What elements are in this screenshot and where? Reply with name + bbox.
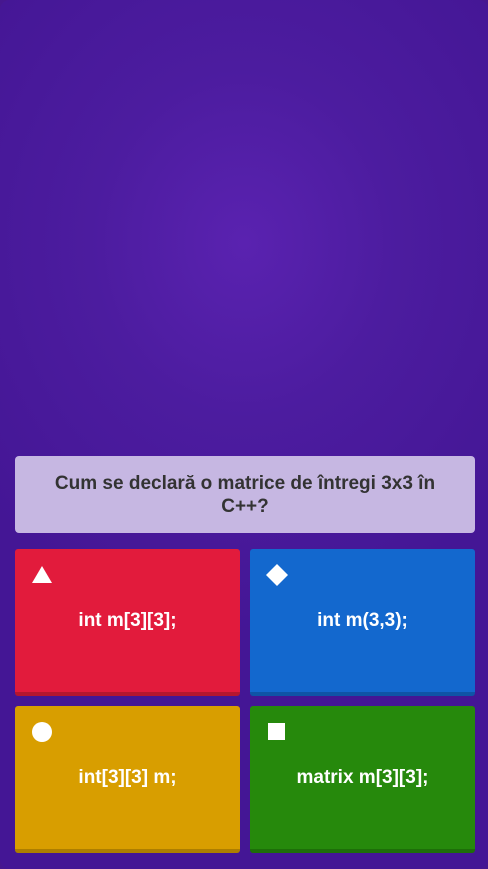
answer-label: int m[3][3]; <box>78 609 177 631</box>
circle-icon <box>32 722 52 742</box>
diamond-icon <box>266 564 288 586</box>
square-icon <box>268 723 285 740</box>
answer-button-circle[interactable]: int[3][3] m; <box>15 706 240 853</box>
answer-button-square[interactable]: matrix m[3][3]; <box>250 706 475 853</box>
answer-label: int[3][3] m; <box>78 766 177 788</box>
triangle-icon <box>32 566 52 583</box>
answer-button-diamond[interactable]: int m(3,3); <box>250 549 475 696</box>
answer-label: matrix m[3][3]; <box>296 766 429 788</box>
question-box: Cum se declară o matrice de întregi 3x3 … <box>15 456 475 533</box>
question-text: Cum se declară o matrice de întregi 3x3 … <box>54 472 436 517</box>
answer-label: int m(3,3); <box>317 609 408 631</box>
answer-button-triangle[interactable]: int m[3][3]; <box>15 549 240 696</box>
quiz-screen: Cum se declară o matrice de întregi 3x3 … <box>0 0 488 869</box>
